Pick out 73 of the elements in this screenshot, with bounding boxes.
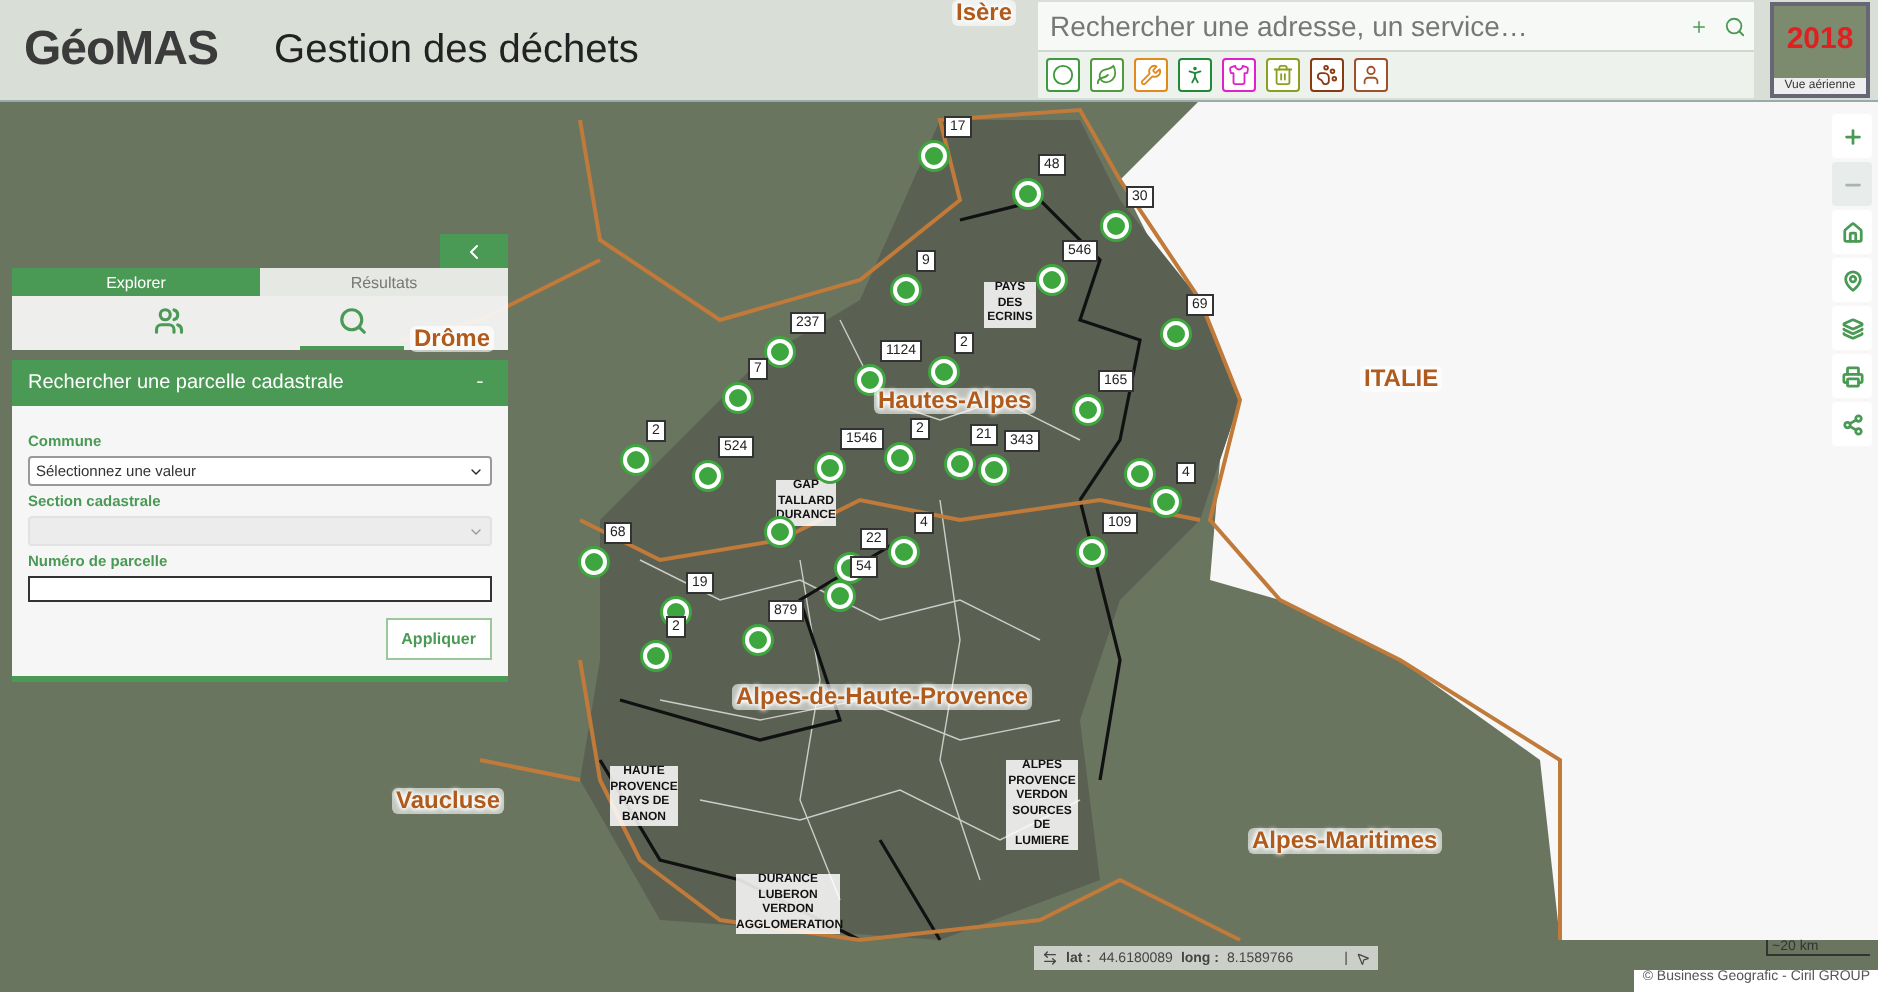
region-label: Vaucluse [392, 788, 505, 815]
shirt-filter-button[interactable] [1222, 58, 1256, 92]
map-marker[interactable] [643, 643, 669, 669]
person-filter-button[interactable] [1178, 58, 1212, 92]
person-icon [1184, 64, 1206, 86]
shirt-icon [1228, 64, 1250, 86]
map-marker[interactable] [1015, 181, 1041, 207]
collapse-section-button[interactable]: - [468, 369, 492, 397]
layers-icon [1841, 317, 1863, 339]
share-button[interactable] [1832, 402, 1872, 446]
plus-icon [1841, 125, 1863, 147]
map-marker[interactable] [745, 627, 771, 653]
circle-icon [1052, 64, 1074, 86]
panel-tab[interactable]: Explorer [12, 268, 260, 296]
map-marker[interactable] [581, 549, 607, 575]
map-marker[interactable] [857, 367, 883, 393]
input-field[interactable] [28, 576, 492, 602]
map-marker[interactable] [981, 457, 1007, 483]
cursor-icon [1356, 951, 1370, 965]
circle-filter-button[interactable] [1046, 58, 1080, 92]
map-marker[interactable] [1153, 489, 1179, 515]
basemap-year: 2018 [1786, 22, 1854, 56]
home-button[interactable] [1832, 210, 1872, 254]
leaf-icon [1096, 64, 1118, 86]
region-label: Alpes-de-Haute-Provence [732, 684, 1033, 711]
search-icon [337, 306, 367, 336]
people-icon [153, 306, 183, 336]
location-button[interactable] [1832, 258, 1872, 302]
search-icon [1724, 15, 1746, 37]
trash-bin-icon [1272, 64, 1294, 86]
print-button[interactable] [1832, 354, 1872, 398]
home-icon [1841, 221, 1863, 243]
map-marker[interactable] [887, 445, 913, 471]
map-marker[interactable] [817, 455, 843, 481]
map-marker[interactable] [921, 143, 947, 169]
map-marker[interactable] [1127, 461, 1153, 487]
map-marker[interactable] [767, 519, 793, 545]
map-marker[interactable] [1163, 321, 1189, 347]
map-marker[interactable] [1075, 397, 1101, 423]
pin-icon [1841, 269, 1863, 291]
map-marker[interactable] [1039, 267, 1065, 293]
apply-button[interactable]: Appliquer [385, 618, 492, 660]
logo: GéoMAS [24, 22, 219, 78]
printer-icon [1841, 365, 1863, 387]
wrench-filter-button[interactable] [1134, 58, 1168, 92]
map-marker[interactable] [931, 359, 957, 385]
person-icon [1360, 64, 1382, 86]
share-icon [1841, 413, 1863, 435]
trash-bin-filter-button[interactable] [1266, 58, 1300, 92]
layers-button[interactable] [1832, 306, 1872, 350]
map-marker[interactable] [893, 277, 919, 303]
map-marker[interactable] [947, 451, 973, 477]
zoom-in-button[interactable] [1832, 114, 1872, 158]
paw-filter-button[interactable] [1310, 58, 1344, 92]
plus-icon [1690, 17, 1708, 35]
map-marker[interactable] [767, 339, 793, 365]
paw-icon [1316, 64, 1338, 86]
map-marker[interactable] [725, 385, 751, 411]
panel-tab[interactable]: Résultats [260, 268, 508, 296]
map-marker[interactable] [891, 539, 917, 565]
map-marker[interactable] [1103, 213, 1129, 239]
search-button[interactable] [1724, 15, 1746, 37]
region-label: Alpes-Maritimes [1248, 828, 1442, 855]
map-marker[interactable] [695, 463, 721, 489]
map-marker[interactable] [827, 583, 853, 609]
section-title: Rechercher une parcelle cadastrale [28, 372, 344, 394]
map-marker[interactable] [623, 447, 649, 473]
swap-icon[interactable] [1042, 950, 1058, 966]
leaf-filter-button[interactable] [1090, 58, 1124, 92]
map-marker[interactable] [1079, 539, 1105, 565]
person-filter-button[interactable] [1354, 58, 1388, 92]
wrench-icon [1140, 64, 1162, 86]
app-title: Gestion des déchets [274, 27, 639, 73]
